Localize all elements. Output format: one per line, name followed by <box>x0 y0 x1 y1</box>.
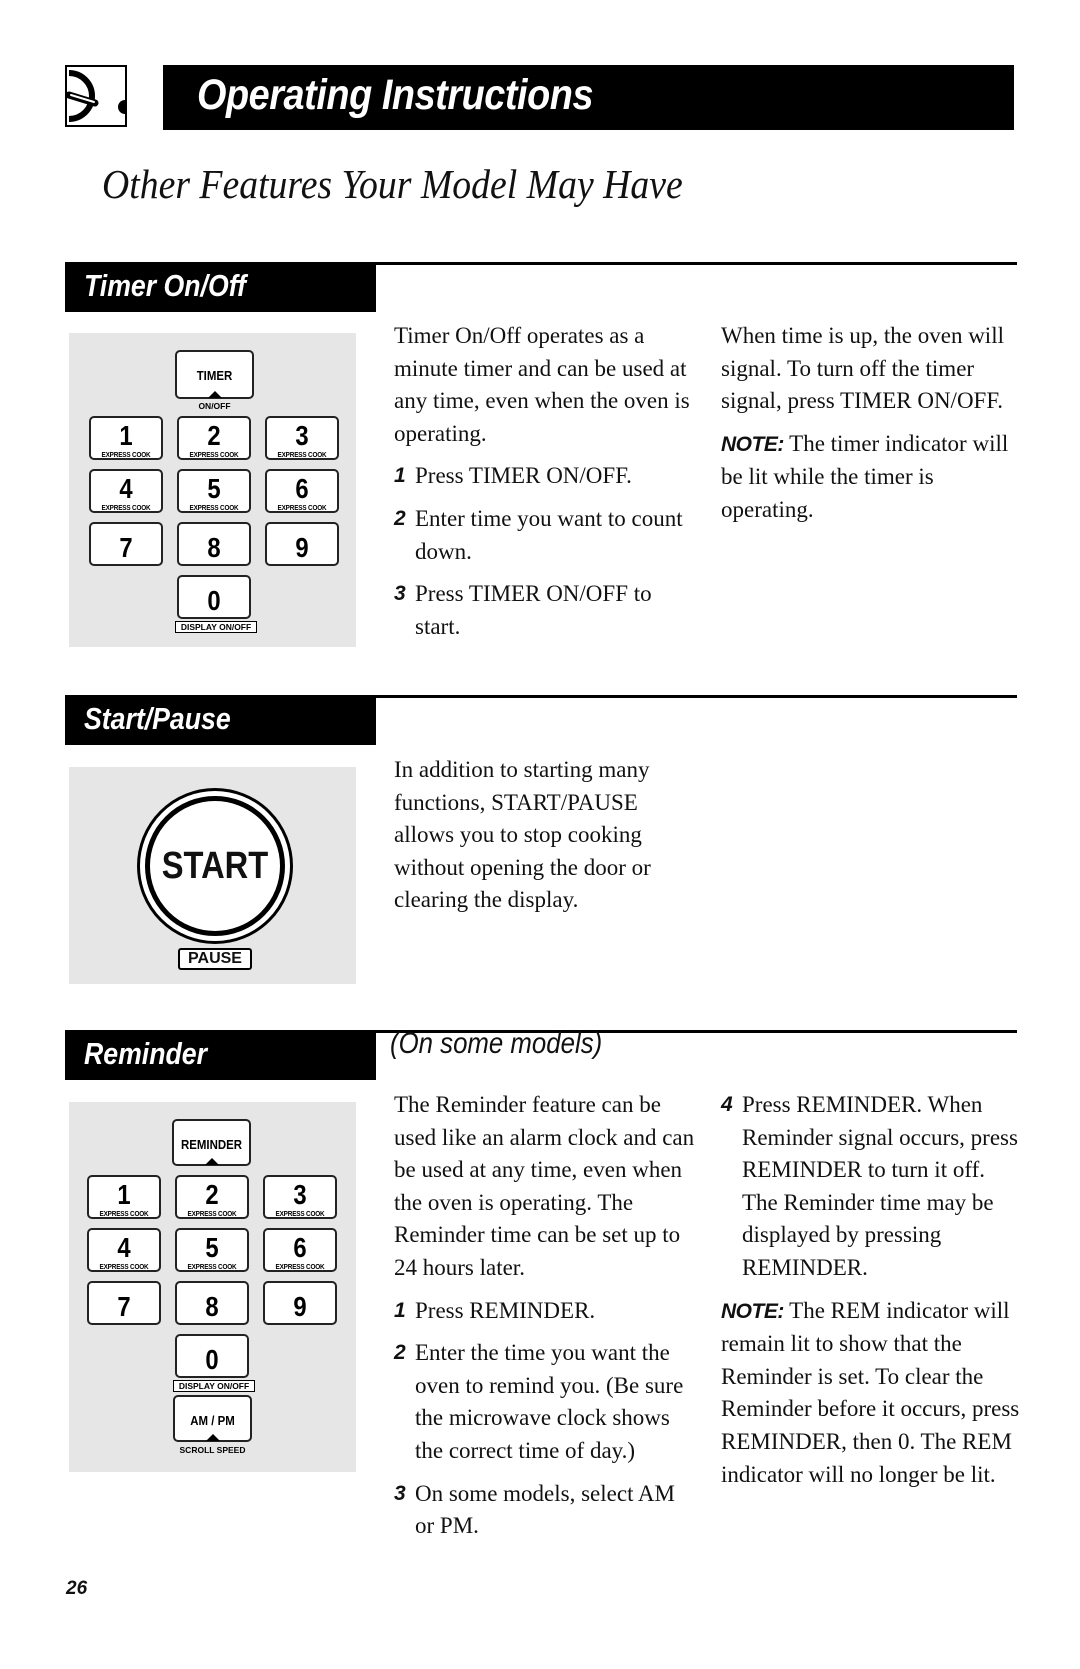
keypad-key-4: 4 EXPRESS COOK <box>89 469 163 513</box>
keypad-key-3: 3 EXPRESS COOK <box>265 416 339 460</box>
reminder-step-4: 4 Press REMINDER. When Reminder signal oc… <box>721 1092 1018 1280</box>
keypad-key-0: 0 <box>175 1334 249 1378</box>
timer-key: TIMER <box>175 350 254 399</box>
display-on-off-caption: DISPLAY ON/OFF <box>175 621 257 633</box>
reminder-text-column-2: 4 Press REMINDER. When Reminder signal oc… <box>721 1089 1021 1501</box>
keypad-key-8: 8 <box>177 522 251 566</box>
reminder-step-3: 3 On some models, select AM or PM. <box>394 1480 675 1539</box>
page-header-title: Operating Instructions <box>197 71 594 119</box>
timer-note: NOTE: The timer indicator will be lit wh… <box>721 430 1009 522</box>
reminder-step-2: 2 Enter the time you want the oven to rem… <box>394 1340 684 1463</box>
reminder-note: NOTE: The REM indicator will remain lit … <box>721 1297 1020 1487</box>
keypad-key-5: 5 EXPRESS COOK <box>177 469 251 513</box>
keypad-key-7: 7 <box>87 1281 161 1325</box>
oven-dial-icon <box>65 65 127 127</box>
timer-keypad-illustration: TIMER ON/OFF 1 EXPRESS COOK 2 EXPRESS COOK… <box>69 333 356 647</box>
section-title: Timer On/Off <box>84 268 246 303</box>
keypad-key-1: 1 EXPRESS COOK <box>89 416 163 460</box>
am-pm-key: AM / PM <box>173 1395 252 1442</box>
timer-step-2: 2 Enter time you want to count down. <box>394 505 683 564</box>
keypad-key-6: 6 EXPRESS COOK <box>265 469 339 513</box>
keypad-key-4: 4 EXPRESS COOK <box>87 1228 161 1272</box>
keypad-key-7: 7 <box>89 522 163 566</box>
timer-text-column-1: Timer On/Off operates as a minute timer … <box>394 320 694 653</box>
start-pause-text: In addition to starting many functions, … <box>394 757 651 913</box>
page-number: 26 <box>66 1578 88 1599</box>
timer-key-caption: ON/OFF <box>198 401 231 411</box>
section-header-timer: Timer On/Off <box>65 262 376 312</box>
keypad-key-9: 9 <box>263 1281 337 1325</box>
section-header-start-pause: Start/Pause <box>65 695 376 745</box>
reminder-intro: The Reminder feature can be used like an… <box>394 1092 695 1280</box>
reminder-keypad-illustration: REMINDER 1 EXPRESS COOK 2 EXPRESS COOK 3 EX… <box>69 1102 356 1472</box>
timer-step-3: 3 Press TIMER ON/OFF to start. <box>394 581 652 639</box>
start-button-label: START <box>161 845 269 887</box>
keypad-key-3: 3 EXPRESS COOK <box>263 1175 337 1219</box>
timer-text-column-2: When time is up, the oven will signal. T… <box>721 320 1013 537</box>
timer-intro: Timer On/Off operates as a minute timer … <box>394 323 690 446</box>
keypad-key-0: 0 <box>177 575 251 619</box>
keypad-key-8: 8 <box>175 1281 249 1325</box>
reminder-text-column-1: The Reminder feature can be used like an… <box>394 1089 696 1553</box>
section-qualifier: (On some models) <box>390 1027 603 1060</box>
page-subtitle: Other Features Your Model May Have <box>102 161 683 207</box>
section-title: Reminder <box>84 1036 207 1071</box>
timer-signal-text: When time is up, the oven will signal. T… <box>721 323 1004 414</box>
keypad-key-9: 9 <box>265 522 339 566</box>
display-on-off-caption: DISPLAY ON/OFF <box>173 1380 255 1392</box>
timer-step-1: 1 Press TIMER ON/OFF. <box>394 463 632 489</box>
reminder-step-1: 1 Press REMINDER. <box>394 1297 596 1323</box>
section-title: Start/Pause <box>84 701 231 736</box>
section-header-reminder: Reminder <box>65 1030 376 1080</box>
keypad-key-6: 6 EXPRESS COOK <box>263 1228 337 1272</box>
pause-caption: PAUSE <box>178 948 252 970</box>
keypad-key-2: 2 EXPRESS COOK <box>177 416 251 460</box>
keypad-key-1: 1 EXPRESS COOK <box>87 1175 161 1219</box>
keypad-key-5: 5 EXPRESS COOK <box>175 1228 249 1272</box>
scroll-speed-caption: SCROLL SPEED <box>179 1445 246 1455</box>
reminder-key: REMINDER <box>172 1119 251 1166</box>
keypad-key-2: 2 EXPRESS COOK <box>175 1175 249 1219</box>
